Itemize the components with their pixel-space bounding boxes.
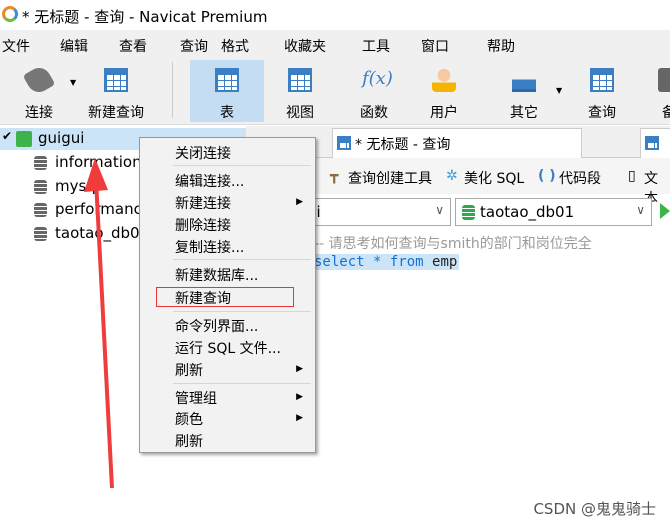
arrow-shaft — [94, 179, 114, 489]
table-label: 表 — [220, 105, 234, 121]
main-toolbar: 连接 ▼ 新建查询 表 视图 f(x) 函数 用户 其它 ▼ 查询 备 — [0, 58, 670, 125]
context-menu-item[interactable]: 新建数据库... — [175, 265, 258, 285]
connect-label: 连接 — [25, 105, 53, 121]
function-icon: f(x) — [362, 68, 393, 89]
submenu-arrow-icon: ▶ — [296, 364, 303, 374]
submenu-arrow-icon: ▶ — [296, 413, 303, 423]
view-button[interactable]: 视图 — [270, 60, 330, 122]
context-menu-item[interactable]: 颜色 — [175, 409, 203, 429]
database-select[interactable]: taotao_db01 ∨ — [455, 198, 652, 226]
context-menu-item[interactable]: 刷新 — [175, 431, 203, 451]
tab-next[interactable] — [640, 128, 670, 158]
table-icon — [215, 68, 239, 92]
function-label: 函数 — [360, 105, 388, 121]
connection-select[interactable]: ui∨ — [300, 198, 451, 226]
context-menu-item[interactable]: 复制连接... — [175, 237, 244, 257]
menu-bar: 文件 编辑 查看 查询 格式 收藏夹 工具 窗口 帮助 — [0, 30, 670, 58]
menu-tools[interactable]: 工具 — [362, 36, 390, 56]
table-button[interactable]: 表 — [190, 60, 264, 122]
query-builder-button[interactable]: 查询创建工具 — [348, 168, 432, 188]
code-snippet-icon: ( ) — [538, 168, 556, 184]
database-icon — [34, 227, 47, 241]
menu-separator — [173, 165, 311, 166]
query-icon — [590, 68, 614, 92]
plug-icon — [22, 63, 56, 97]
menu-separator — [173, 383, 311, 384]
query-tab-icon — [337, 136, 351, 150]
watermark: CSDN @鬼鬼骑士 — [533, 500, 656, 518]
new-query-label: 新建查询 — [88, 105, 144, 121]
text-file-icon: ▯ — [628, 168, 636, 184]
other-dropdown-icon[interactable]: ▼ — [556, 86, 562, 95]
menu-file[interactable]: 文件 — [2, 36, 30, 56]
menu-separator — [173, 311, 311, 312]
query-tab-icon — [645, 136, 659, 150]
context-menu-item[interactable]: 编辑连接... — [175, 171, 244, 191]
expand-chevron-icon[interactable]: ✔ — [2, 129, 12, 143]
tab-untitled-query[interactable]: * 无标题 - 查询 — [332, 128, 582, 158]
view-icon — [288, 68, 312, 92]
connect-dropdown-icon[interactable]: ▼ — [70, 78, 76, 87]
user-icon — [432, 68, 456, 92]
highlight-box — [156, 287, 294, 307]
user-button[interactable]: 用户 — [414, 60, 474, 122]
context-menu-item[interactable]: 新建连接 — [175, 193, 231, 213]
tab-label: * 无标题 - 查询 — [355, 137, 451, 153]
navicat-logo-icon — [2, 6, 18, 22]
arrow-head — [84, 158, 108, 192]
editor-comment-line: -- 请思考如何查询与smith的部门和岗位完全 — [314, 236, 592, 252]
chevron-down-icon: ∨ — [435, 203, 444, 217]
database-icon — [462, 205, 475, 220]
database-icon — [34, 203, 47, 217]
menu-help[interactable]: 帮助 — [487, 36, 515, 56]
database-icon — [34, 180, 47, 194]
menu-window[interactable]: 窗口 — [421, 36, 449, 56]
database-icon — [34, 156, 47, 170]
menu-edit[interactable]: 编辑 — [60, 36, 88, 56]
title-bar: * 无标题 - 查询 - Navicat Premium — [0, 0, 670, 30]
context-menu-item[interactable]: 运行 SQL 文件... — [175, 338, 281, 358]
menu-view[interactable]: 查看 — [119, 36, 147, 56]
tools-icon — [512, 68, 536, 92]
connection-name: guigui — [38, 129, 85, 147]
code-snippet-button[interactable]: 代码段 — [559, 168, 601, 188]
hammer-icon: ┳ — [330, 168, 339, 184]
menu-favorites[interactable]: 收藏夹 — [284, 36, 326, 56]
other-label: 其它 — [510, 105, 538, 121]
red-arrow-annotation — [84, 158, 114, 489]
user-label: 用户 — [430, 105, 458, 121]
context-menu-item[interactable]: 刷新 — [175, 360, 203, 380]
backup-icon — [658, 68, 670, 92]
query-button[interactable]: 查询 — [572, 60, 632, 122]
menu-query[interactable]: 查询 — [180, 36, 208, 56]
new-query-button[interactable]: 新建查询 — [82, 60, 150, 122]
backup-label: 备 — [662, 105, 670, 121]
context-menu-item[interactable]: 命令列界面... — [175, 316, 258, 336]
other-button[interactable]: 其它 — [494, 60, 554, 122]
context-menu-item[interactable]: 删除连接 — [175, 215, 231, 235]
submenu-arrow-icon: ▶ — [296, 197, 303, 207]
backup-button[interactable]: 备 — [648, 60, 670, 122]
magic-wand-icon: ✲ — [446, 168, 458, 184]
context-menu-item[interactable]: 关闭连接 — [175, 143, 231, 163]
submenu-arrow-icon: ▶ — [296, 392, 303, 402]
mysql-connection-icon — [16, 131, 32, 147]
menu-separator — [173, 259, 311, 260]
view-label: 视图 — [286, 105, 314, 121]
query-label: 查询 — [588, 105, 616, 121]
toolbar-divider — [172, 62, 173, 118]
window-title: * 无标题 - 查询 - Navicat Premium — [22, 8, 268, 26]
chevron-down-icon: ∨ — [636, 203, 645, 217]
editor-sql-line: select * from emp — [312, 254, 460, 270]
connect-button[interactable]: 连接 — [14, 60, 64, 122]
context-menu-item[interactable]: 管理组 — [175, 388, 217, 408]
menu-format[interactable]: 格式 — [221, 36, 249, 56]
new-query-icon — [104, 68, 128, 92]
run-icon[interactable] — [660, 203, 670, 219]
database-value: taotao_db01 — [480, 203, 575, 221]
beautify-sql-button[interactable]: 美化 SQL — [464, 168, 524, 188]
function-button[interactable]: f(x) 函数 — [344, 60, 404, 122]
sql-text: select * from emp — [314, 254, 458, 270]
